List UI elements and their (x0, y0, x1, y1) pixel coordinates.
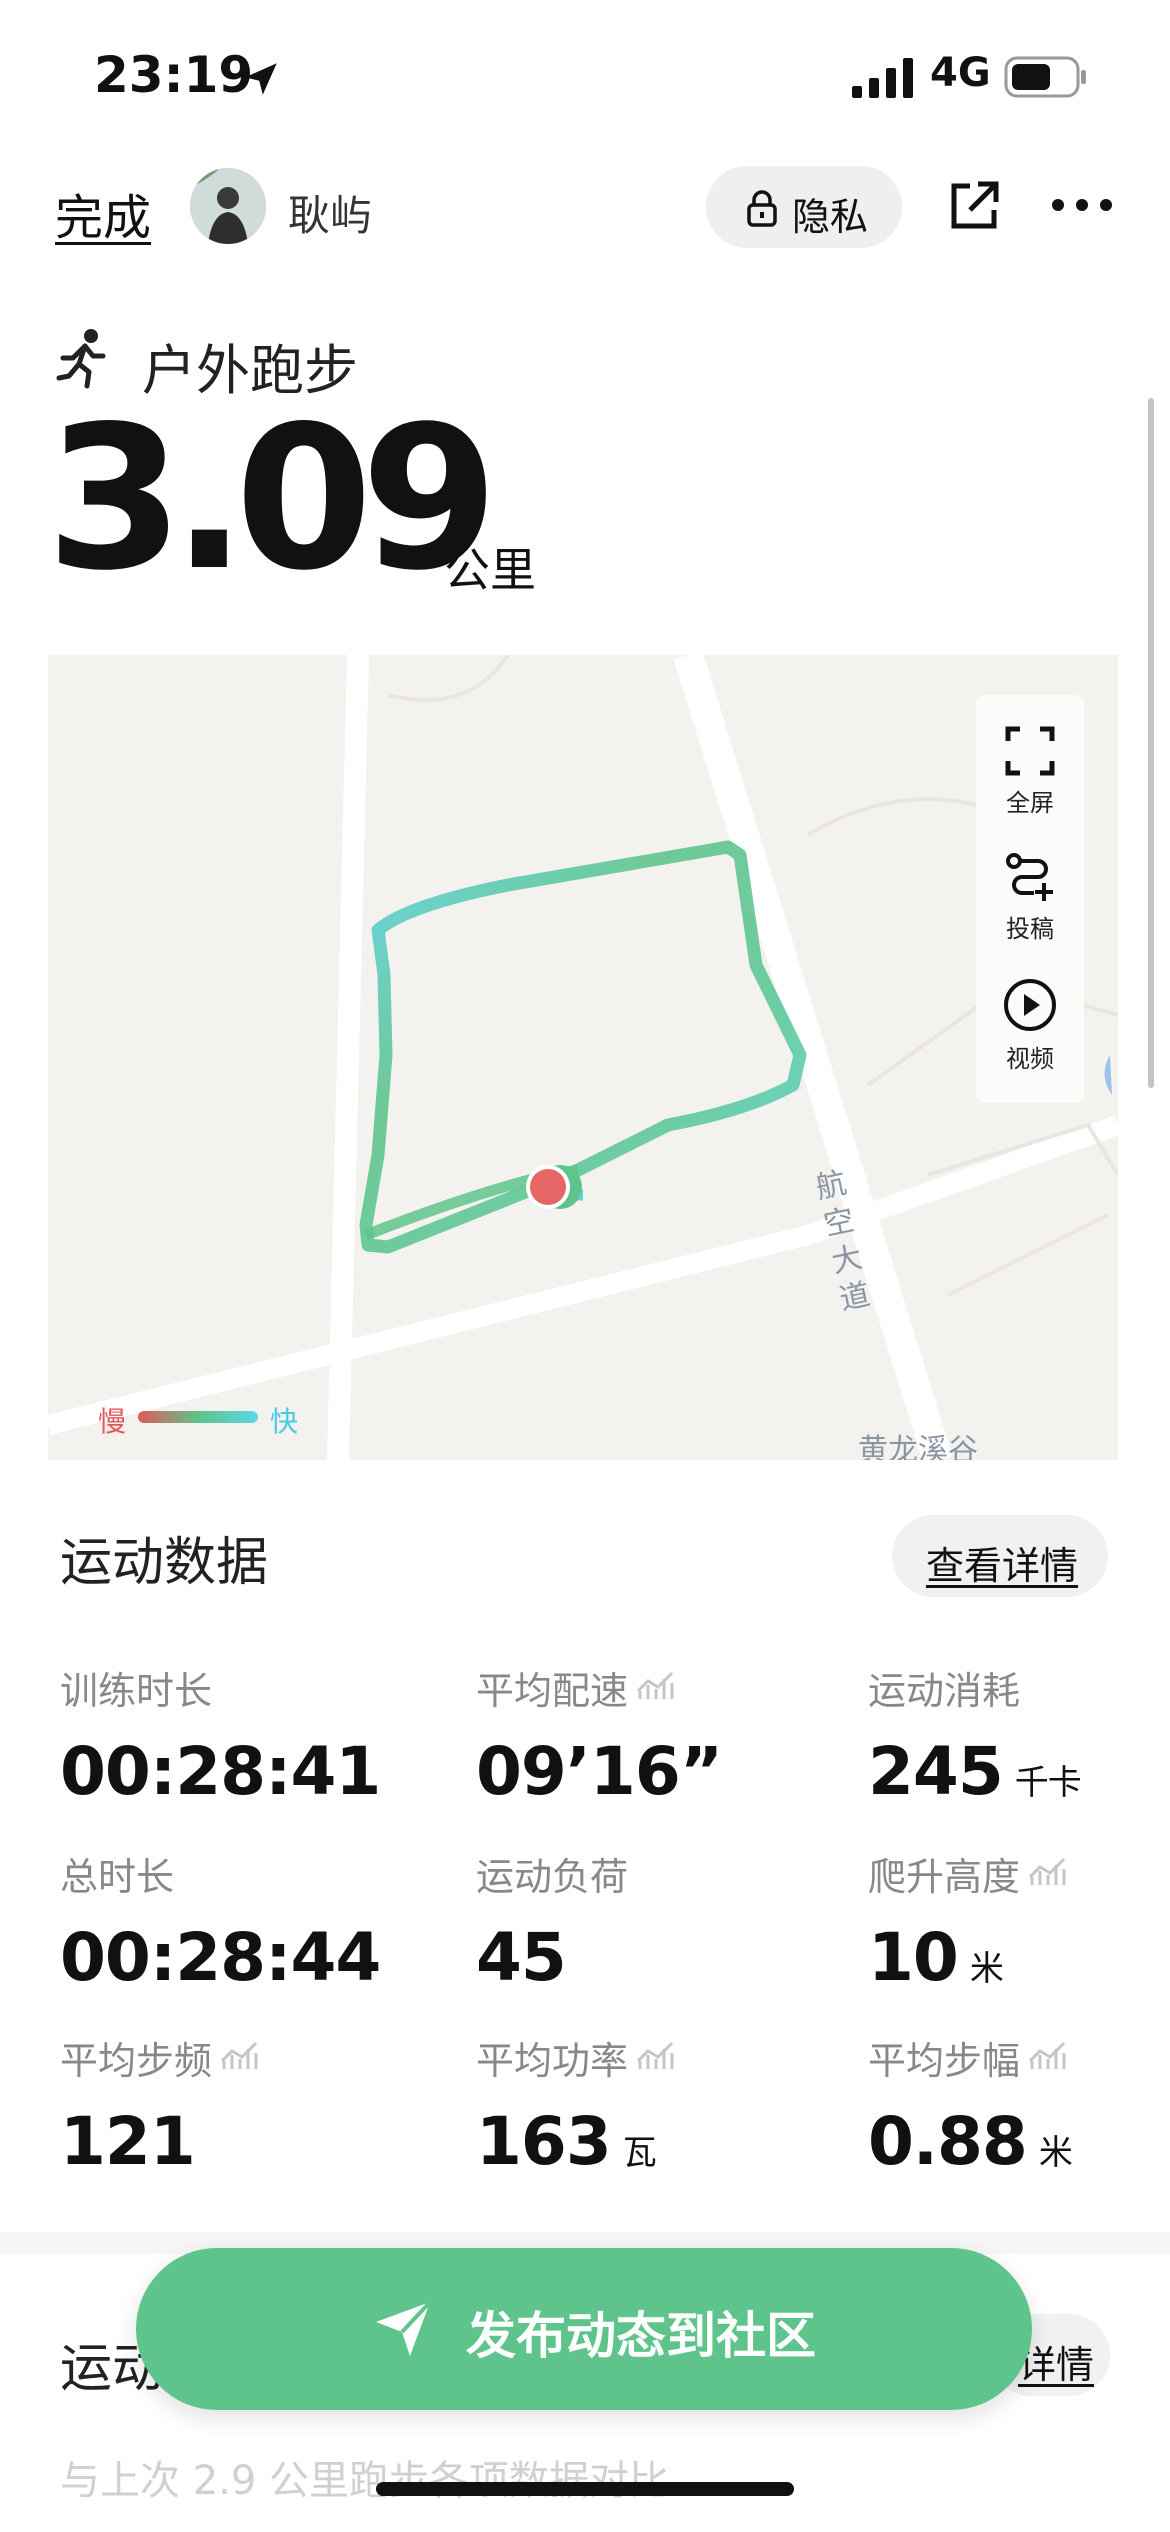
route-submit-button[interactable]: 投稿 (976, 851, 1084, 944)
stat-unit: 千卡 (1014, 1763, 1082, 1803)
stat-label: 爬升高度 (868, 1846, 1068, 1901)
stat-label-text: 平均功率 (476, 2039, 629, 2083)
stat-unit: 瓦 (622, 2133, 657, 2173)
stat-value-row: 163 瓦 (476, 2103, 676, 2180)
play-video-icon (1004, 979, 1056, 1031)
done-button[interactable]: 完成 (55, 178, 151, 248)
stat-unit: 米 (969, 1949, 1004, 1989)
stat-label-text: 爬升高度 (868, 1855, 1021, 1899)
stat-value-row: 00:28:44 (60, 1919, 381, 1996)
stat-item: 运动负荷 45 (476, 1846, 628, 1996)
stat-label: 平均功率 (476, 2030, 676, 2085)
network-type: 4G (930, 50, 991, 96)
avatar[interactable] (190, 168, 266, 244)
trend-chart-icon[interactable] (1020, 1852, 1068, 1896)
stat-label: 训练时长 (60, 1660, 380, 1715)
trend-chart-icon[interactable] (212, 2036, 260, 2080)
stat-label-text: 运动消耗 (868, 1669, 1021, 1713)
fullscreen-icon (1005, 726, 1055, 776)
stat-label: 平均步频 (60, 2030, 260, 2085)
stat-item: 总时长 00:28:44 (60, 1846, 381, 1996)
stats-section-title: 运动数据 (60, 1533, 269, 1593)
location-arrow-icon (245, 63, 277, 95)
running-icon (56, 329, 106, 389)
stat-item: 平均步频 121 (60, 2030, 260, 2180)
username[interactable]: 耿屿 (288, 182, 372, 243)
pace-legend-bar (138, 1411, 258, 1423)
stat-value-row: 00:28:41 (60, 1733, 381, 1810)
stat-value: 00:28:44 (60, 1919, 381, 1996)
privacy-button[interactable]: 隐私 (706, 166, 902, 248)
stat-label-text: 平均配速 (476, 1669, 629, 1713)
view-details-label: 查看详情 (926, 1544, 1079, 1588)
road-label-huanglong: 黄龙溪谷 (858, 1433, 978, 1460)
stat-value: 245 (868, 1733, 1004, 1810)
route-submit-label: 投稿 (1006, 915, 1054, 943)
stat-value-row: 45 (476, 1919, 628, 1996)
stat-value: 121 (60, 2103, 196, 2180)
trend-chart-icon[interactable] (1020, 2036, 1068, 2080)
stat-item: 平均配速 09’16” (476, 1660, 723, 1810)
stat-label: 平均步幅 (868, 2030, 1072, 2085)
status-bar: 23:19 4G (0, 0, 1170, 150)
stat-value: 163 (476, 2103, 612, 2180)
cellular-signal-icon (852, 58, 913, 98)
comparison-description: 与上次 2.9 公里跑步各项数据对比 (60, 2458, 670, 2504)
route-submit-icon (1006, 853, 1053, 901)
stat-label-text: 运动负荷 (476, 1855, 629, 1899)
fullscreen-button[interactable]: 全屏 (976, 725, 1084, 818)
stat-value: 00:28:41 (60, 1733, 381, 1810)
stat-item: 爬升高度 10 米 (868, 1846, 1068, 1996)
map-background (48, 655, 1118, 1460)
map-toolbar: 全屏 投稿 视频 (976, 695, 1084, 1103)
stat-value-row: 09’16” (476, 1733, 723, 1810)
stat-label-text: 总时长 (60, 1855, 175, 1899)
stat-value: 09’16” (476, 1733, 723, 1810)
stat-value-row: 10 米 (868, 1919, 1068, 1996)
trend-chart-icon[interactable] (628, 1666, 676, 1710)
stat-value: 10 (868, 1919, 959, 1996)
distance-value: 3.09 (46, 383, 499, 614)
stat-unit: 米 (1038, 2133, 1073, 2173)
publish-label: 发布动态到社区 (466, 2307, 816, 2365)
distance-unit: 公里 (444, 543, 536, 597)
send-icon (376, 2300, 432, 2356)
stat-label-text: 训练时长 (60, 1669, 213, 1713)
stat-value-row: 121 (60, 2103, 260, 2180)
stat-value-row: 0.88 米 (868, 2103, 1073, 2180)
legend-slow: 慢 (98, 1405, 127, 1438)
avatar-image (190, 168, 266, 244)
video-button[interactable]: 视频 (976, 977, 1084, 1074)
stat-item: 运动消耗 245 千卡 (868, 1660, 1082, 1810)
stat-label-text: 平均步幅 (868, 2039, 1021, 2083)
stat-item: 平均步幅 0.88 米 (868, 2030, 1073, 2180)
publish-to-community-button[interactable]: 发布动态到社区 (136, 2248, 1032, 2410)
stat-value: 0.88 (868, 2103, 1028, 2180)
battery-icon (1004, 56, 1086, 98)
trend-chart-icon[interactable] (628, 2036, 676, 2080)
lock-icon (747, 190, 777, 227)
route-map[interactable]: 全屏 投稿 视频 航空大道 黄龙溪谷 慢 快 (48, 655, 1118, 1460)
home-indicator (376, 2482, 794, 2496)
stat-label-text: 平均步频 (60, 2039, 213, 2083)
fullscreen-label: 全屏 (1006, 789, 1054, 817)
stat-value-row: 245 千卡 (868, 1733, 1082, 1810)
stat-item: 平均功率 163 瓦 (476, 2030, 676, 2180)
status-time: 23:19 (94, 46, 254, 104)
stat-item: 训练时长 00:28:41 (60, 1660, 381, 1810)
scrollbar[interactable] (1148, 398, 1154, 1088)
legend-fast: 快 (270, 1405, 299, 1438)
share-icon[interactable] (948, 180, 1000, 232)
privacy-label: 隐私 (792, 195, 869, 239)
video-label: 视频 (1006, 1045, 1054, 1073)
stat-label: 平均配速 (476, 1660, 722, 1715)
stat-value: 45 (476, 1919, 567, 1996)
view-details-button[interactable]: 查看详情 (892, 1515, 1108, 1597)
stat-label: 运动负荷 (476, 1846, 628, 1901)
more-options-icon[interactable] (1050, 196, 1114, 214)
stat-label: 运动消耗 (868, 1660, 1081, 1715)
stat-label: 总时长 (60, 1846, 380, 1901)
